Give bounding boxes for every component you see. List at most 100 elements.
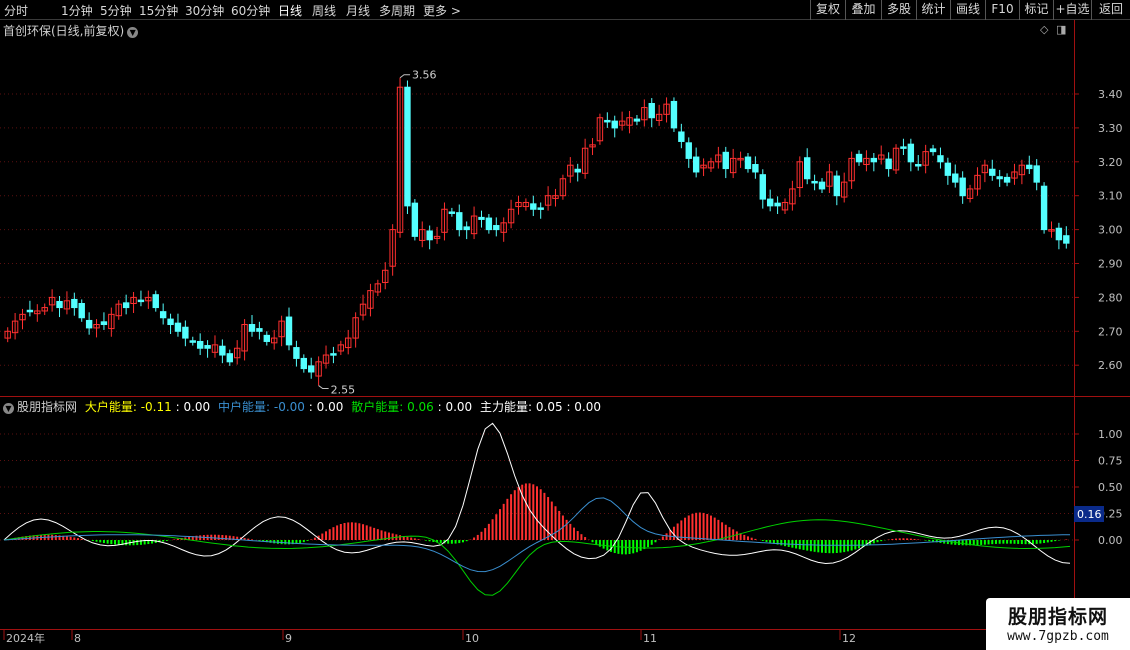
main-energy-sep: : 0.00 (566, 400, 602, 414)
candle-body (574, 168, 581, 173)
candle-body (256, 328, 263, 332)
candle-body (196, 340, 204, 349)
chart-tools: ◇ ◨ (1040, 23, 1066, 36)
candle-body (929, 148, 937, 153)
watermark-logo: 股朋指标网 www.7gpzb.com (986, 598, 1130, 650)
candle-body (226, 353, 233, 363)
candle-body (648, 102, 655, 119)
candle-body (996, 176, 1003, 180)
candle-body (759, 174, 766, 200)
candle-body (989, 168, 996, 176)
candle-body (537, 207, 544, 210)
diamond-icon[interactable]: ◇ (1040, 23, 1048, 36)
indicator-name[interactable]: 股朋指标网 (17, 400, 77, 414)
watermark-line2: www.7gpzb.com (1007, 629, 1109, 644)
candle-body (285, 316, 293, 346)
candle-body (915, 164, 922, 167)
candle-body (300, 357, 308, 370)
price-axis-label: 3.30 (1098, 122, 1123, 135)
candle-body (100, 321, 108, 326)
indicator-axis-label: 0.50 (1098, 481, 1123, 494)
indicator-axis-label: 0.00 (1098, 534, 1123, 547)
candle-body (833, 175, 841, 197)
candle-body (692, 156, 700, 173)
candle-body (330, 353, 337, 356)
chevron-down-icon[interactable]: ▼ (3, 403, 14, 414)
candle-body (404, 86, 411, 207)
time-axis-label: 9 (285, 632, 292, 645)
candle-body (744, 156, 752, 170)
current-value-label: 0.16 (1077, 508, 1102, 521)
candle-body (870, 157, 878, 163)
low-marker (318, 385, 329, 390)
candle-body (804, 157, 811, 180)
candle-body (1026, 164, 1033, 170)
big-energy-value: -0.11 (140, 400, 172, 414)
chevron-down-icon[interactable]: ▼ (127, 27, 139, 38)
price-axis-label: 3.20 (1098, 156, 1123, 169)
candle-body (85, 319, 93, 329)
price-axis-label: 2.90 (1098, 258, 1123, 271)
candle-body (818, 181, 826, 190)
candle-body (959, 177, 966, 197)
candle-body (604, 119, 611, 123)
candle-body (56, 300, 63, 309)
candle-body (633, 118, 641, 122)
candle-body (71, 298, 78, 309)
candle-body (122, 302, 130, 309)
candle-body (530, 203, 537, 210)
candle-body (463, 226, 470, 231)
candle-body (493, 225, 500, 231)
kline-chart[interactable]: 3.40 3.30 3.20 3.10 3.00 2.90 2.80 2.70 2.60 3.56… (0, 0, 1130, 650)
high-marker (399, 74, 411, 79)
candle-body (885, 158, 892, 170)
price-axis-label: 3.40 (1098, 88, 1123, 101)
retail-energy-value: 0.06 (407, 400, 434, 414)
candle-body (485, 217, 493, 231)
candle-body (159, 311, 167, 319)
price-axis-label: 3.10 (1098, 190, 1123, 203)
indicator-title: ▼ 股朋指标网 大户能量: -0.11 : 0.00 中户能量: -0.00 : … (3, 398, 601, 415)
candle-body (811, 180, 818, 184)
candle-body (937, 155, 944, 163)
indicator-axis-label: 0.75 (1098, 455, 1123, 468)
candle-body (263, 334, 270, 342)
low-price-label: 2.55 (331, 384, 356, 397)
candle-body (219, 345, 226, 356)
candle-body (1033, 165, 1040, 183)
price-axis-label: 3.00 (1098, 224, 1123, 237)
big-energy-sep: : 0.00 (175, 400, 211, 414)
candle-body (670, 100, 678, 129)
indicator-axis-label: 1.00 (1098, 428, 1123, 441)
candle-body (907, 143, 915, 163)
candle-body (78, 303, 85, 319)
candle-body (26, 309, 34, 313)
time-axis-label: 8 (74, 632, 81, 645)
candle-body (774, 202, 781, 207)
candle-body (855, 153, 863, 163)
mid-energy-value: -0.00 (273, 400, 305, 414)
candle-body (1003, 176, 1011, 183)
candle-body (167, 318, 174, 326)
candle-body (1055, 227, 1063, 241)
window-icon[interactable]: ◨ (1056, 23, 1066, 36)
candle-body (611, 120, 618, 129)
candle-body (678, 131, 685, 142)
price-axis-label: 2.70 (1098, 325, 1123, 338)
price-axis-label: 2.80 (1098, 291, 1123, 304)
candle-body (411, 202, 419, 237)
time-axis-label: 11 (643, 632, 657, 645)
candle-body (426, 230, 433, 241)
candle-body (1040, 185, 1048, 231)
candle-body (944, 162, 952, 176)
candle-body (174, 322, 182, 332)
main-chart-title[interactable]: 首创环保(日线,前复权) ▼ (3, 22, 139, 39)
candle-body (766, 198, 774, 207)
candle-body (293, 347, 300, 359)
candle-body (722, 151, 729, 170)
candle-body (152, 294, 159, 309)
retail-energy-label: 散户能量: (351, 400, 404, 414)
candle-body (137, 299, 145, 303)
candle-body (248, 324, 256, 332)
candle-body (952, 173, 959, 183)
